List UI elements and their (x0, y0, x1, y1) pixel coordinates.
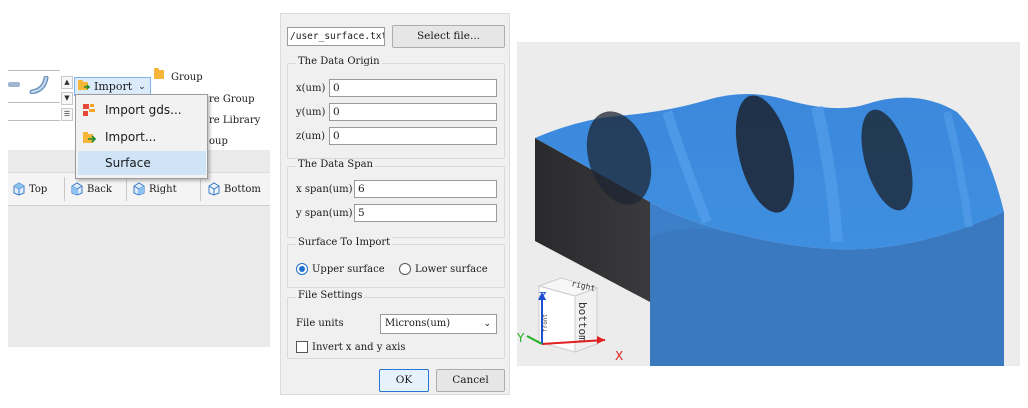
group-label[interactable]: Group (171, 72, 203, 83)
menu-item-import[interactable]: Import... (78, 125, 206, 149)
view-back-button[interactable]: Back (70, 180, 112, 198)
toolbar-separator (126, 177, 127, 201)
scroll-expand-button[interactable]: ☰ (61, 108, 73, 121)
import-icon (78, 79, 91, 94)
y-span-label: y span(um) (296, 208, 353, 219)
data-span-title: The Data Span (296, 159, 375, 170)
upper-surface-radio[interactable]: Upper surface (296, 263, 385, 275)
import-label: Import (94, 80, 133, 93)
left-panel: ▲ ▼ ☰ Import ⌄ Group re Group re Library… (8, 58, 270, 347)
select-file-button[interactable]: Select file... (392, 25, 505, 48)
menu-item-surface[interactable]: Surface (78, 151, 206, 175)
ok-button[interactable]: OK (379, 369, 429, 392)
group-label-partial[interactable]: oup (209, 136, 228, 147)
file-settings-title: File Settings (296, 290, 365, 301)
surface-to-import-title: Surface To Import (296, 237, 393, 248)
cancel-button[interactable]: Cancel (436, 369, 505, 392)
3d-viewport[interactable]: right bottom front X Y Z (516, 42, 1020, 368)
surface-to-import-group: Surface To Import Upper surface Lower su… (287, 237, 505, 288)
y-origin-input[interactable]: 0 (329, 103, 497, 121)
cube-top-icon (13, 182, 25, 196)
ribbon-divider (8, 102, 60, 103)
axis-x-label: X (615, 349, 623, 363)
blank-icon (82, 156, 96, 170)
z-origin-label: z(um) (296, 131, 325, 142)
view-back-label: Back (87, 183, 112, 195)
structure-library-label[interactable]: re Library (209, 115, 260, 126)
import-surface-dialog: /user_surface.txt Select file... The Dat… (280, 13, 510, 395)
invert-axis-label: Invert x and y axis (312, 341, 406, 353)
chevron-down-icon: ⌄ (138, 81, 146, 92)
invert-axis-checkbox[interactable]: Invert x and y axis (296, 341, 406, 353)
z-origin-input[interactable]: 0 (329, 127, 497, 145)
import-file-icon (82, 130, 97, 144)
data-span-group: The Data Span x span(um) 6 y span(um) 5 (287, 159, 505, 238)
menu-item-label: Import... (105, 130, 157, 144)
chevron-down-icon: ⌄ (483, 319, 491, 329)
cube-label-bottom: bottom (576, 302, 589, 342)
lower-surface-label: Lower surface (415, 263, 488, 275)
gds-icon (82, 103, 96, 117)
ribbon-divider (8, 120, 60, 121)
data-origin-title: The Data Origin (296, 56, 382, 67)
toolbar-separator (200, 177, 201, 201)
file-settings-group: File Settings File units Microns(um) ⌄ I… (287, 290, 505, 359)
menu-item-label: Import gds... (105, 103, 182, 117)
file-units-value: Microns(um) (385, 318, 451, 329)
toolbar-separator (64, 177, 65, 201)
menu-item-import-gds[interactable]: Import gds... (78, 98, 206, 122)
x-origin-input[interactable]: 0 (329, 79, 497, 97)
radio-selected-icon (296, 263, 308, 275)
upper-surface-label: Upper surface (312, 263, 385, 275)
view-top-label: Top (29, 183, 48, 195)
cube-bottom-icon (208, 182, 220, 196)
view-right-button[interactable]: Right (132, 180, 177, 198)
view-top-button[interactable]: Top (12, 180, 47, 198)
folder-icon (154, 68, 164, 79)
x-span-label: x span(um) (296, 184, 353, 195)
scroll-up-button[interactable]: ▲ (61, 76, 73, 89)
axis-z-label: Z (539, 290, 547, 303)
view-right-label: Right (149, 183, 177, 195)
x-origin-label: x(um) (296, 83, 326, 94)
y-origin-label: y(um) (296, 107, 326, 118)
structure-group-label[interactable]: re Group (209, 94, 255, 105)
menu-item-label: Surface (105, 156, 151, 170)
lower-surface-radio[interactable]: Lower surface (399, 263, 488, 275)
file-units-label: File units (296, 318, 344, 329)
ribbon-divider (8, 70, 60, 71)
cube-label-front: front (542, 314, 549, 332)
file-path-field[interactable]: /user_surface.txt (287, 27, 385, 46)
import-dropdown-menu: Import gds... Import... Surface (75, 94, 208, 179)
scroll-down-button[interactable]: ▼ (61, 92, 73, 105)
cube-right-icon (133, 182, 145, 196)
radio-unselected-icon (399, 263, 411, 275)
surface-render: right bottom front X Y Z (516, 94, 1004, 368)
data-origin-group: The Data Origin x(um) 0 y(um) 0 z(um) 0 (287, 56, 505, 159)
arc-shape-icon[interactable] (8, 76, 56, 94)
checkbox-icon (296, 341, 308, 353)
y-span-input[interactable]: 5 (354, 204, 497, 222)
view-bottom-button[interactable]: Bottom (207, 180, 261, 198)
view-bottom-label: Bottom (224, 183, 261, 195)
file-units-select[interactable]: Microns(um) ⌄ (380, 314, 497, 334)
x-span-input[interactable]: 6 (354, 180, 497, 198)
cube-back-icon (71, 182, 83, 196)
axis-y-label: Y (517, 331, 525, 345)
